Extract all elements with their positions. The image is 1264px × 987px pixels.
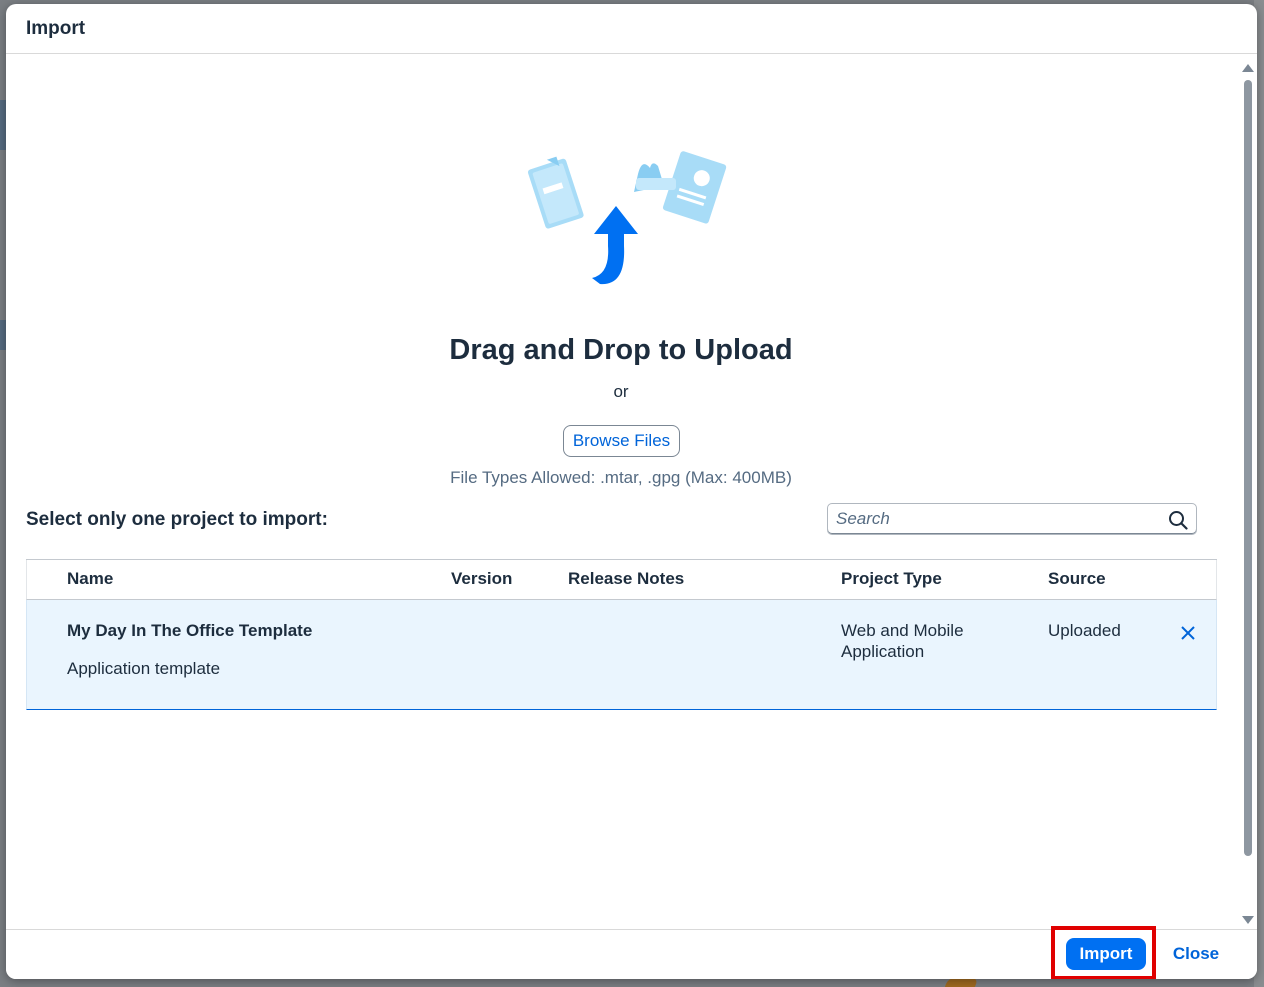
dialog-body: Drag and Drop to Upload or Browse Files … [6, 54, 1257, 929]
table-header: Name Version Release Notes Project Type … [26, 560, 1217, 600]
project-name: My Day In The Office Template [67, 621, 313, 640]
remove-row-button[interactable] [1177, 622, 1199, 644]
search-input[interactable] [836, 507, 1156, 531]
column-header-source: Source [1048, 569, 1106, 588]
projects-table: Name Version Release Notes Project Type … [26, 559, 1217, 710]
project-type: Web and Mobile Application [841, 621, 964, 661]
project-source: Uploaded [1048, 621, 1121, 640]
upload-title: Drag and Drop to Upload [449, 334, 793, 366]
select-project-label: Select only one project to import: [26, 509, 328, 530]
import-button[interactable]: Import [1066, 938, 1146, 970]
column-header-project-type: Project Type [841, 569, 942, 588]
column-header-release-notes: Release Notes [568, 569, 685, 588]
column-header-name: Name [67, 569, 114, 588]
close-button[interactable]: Close [1164, 938, 1228, 970]
project-description: Application template [67, 659, 221, 678]
background-decoration [943, 978, 979, 987]
column-header-version: Version [451, 569, 513, 588]
search-icon[interactable] [1168, 510, 1188, 530]
arrow-down-icon[interactable] [1242, 916, 1254, 924]
vertical-scrollbar[interactable] [1241, 64, 1254, 924]
dialog-header: Import [6, 4, 1257, 54]
import-dialog: Import Drag and Drop to Upload or Browse… [6, 4, 1257, 979]
dialog-title: Import [26, 17, 86, 39]
table-row[interactable]: My Day In The Office Template Applicatio… [26, 600, 1217, 710]
scrollbar-thumb[interactable] [1244, 80, 1252, 856]
file-types-hint: File Types Allowed: .mtar, .gpg (Max: 40… [450, 468, 792, 487]
close-icon [1181, 626, 1195, 640]
upload-illustration-icon [527, 151, 727, 285]
dialog-footer: Import Close [6, 926, 1257, 979]
arrow-up-icon[interactable] [1242, 64, 1254, 72]
browse-files-button[interactable]: Browse Files [563, 425, 680, 457]
search-field[interactable] [827, 503, 1197, 535]
or-text: or [613, 382, 629, 401]
